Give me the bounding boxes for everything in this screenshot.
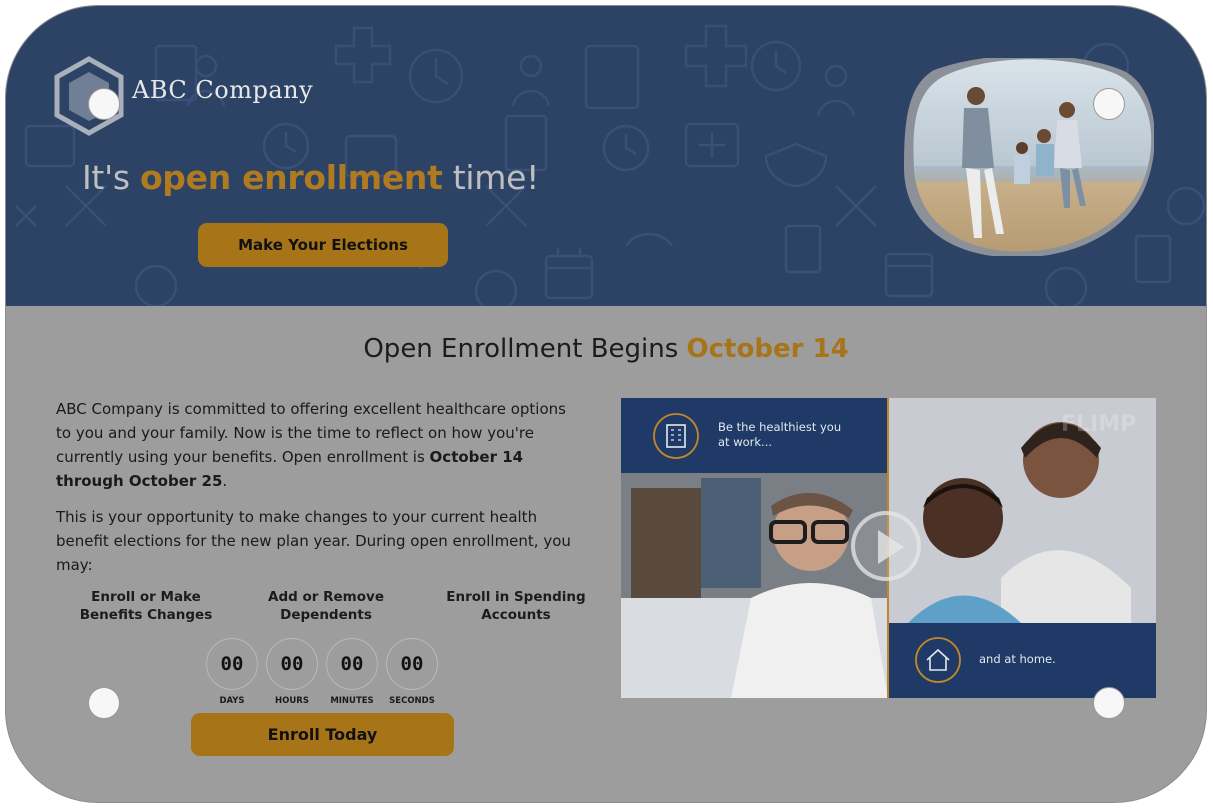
option-line: Benefits Changes [79,607,213,623]
intro-paragraph: ABC Company is committed to offering exc… [56,397,584,493]
play-triangle [878,530,904,564]
caption-line: at work... [718,435,773,449]
video-watermark: FLIMP [1061,412,1137,437]
countdown-value: 00 [386,638,438,690]
headline-accent: open enrollment [139,158,443,197]
make-your-elections-button[interactable]: Make Your Elections [198,223,448,267]
headline-lead: It's [82,158,140,197]
enroll-today-button[interactable]: Enroll Today [191,713,454,756]
company-name: ABC Company [132,76,314,104]
countdown-value: 00 [326,638,378,690]
option-benefits-changes: Enroll or Make Benefits Changes [56,588,236,624]
countdown-timer: 00 DAYS 00 HOURS 00 MINUTES 00 SECONDS [206,638,446,708]
corner-handle-top-right[interactable] [1093,88,1125,120]
option-line: Enroll in Spending [446,589,586,605]
headline-tail: time! [442,158,540,197]
enrollment-options: Enroll or Make Benefits Changes Add or R… [56,588,596,628]
title-accent-date: October 14 [686,334,849,364]
countdown-label: SECONDS [389,696,435,706]
countdown-hours: 00 HOURS [266,638,318,706]
family-photo [904,58,1154,256]
hero-headline: It's open enrollment time! [82,158,539,197]
section-title: Open Enrollment Begins October 14 [6,334,1206,364]
video-caption-work: Be the healthiest you at work... [718,420,841,450]
corner-handle-top-left[interactable] [88,88,120,120]
option-spending-accounts: Enroll in Spending Accounts [426,588,606,624]
hero-banner: ABC Company It's open enrollment time! M… [6,6,1206,306]
countdown-label: HOURS [275,696,309,706]
countdown-value: 00 [206,638,258,690]
countdown-minutes: 00 MINUTES [326,638,378,706]
play-icon[interactable] [851,511,921,581]
option-dependents: Add or Remove Dependents [236,588,416,624]
caption-line: Be the healthiest you [718,420,842,434]
title-lead: Open Enrollment Begins [363,334,687,364]
page-card: ABC Company It's open enrollment time! M… [6,6,1206,802]
option-line: Dependents [280,607,372,623]
option-line: Add or Remove [268,589,384,605]
countdown-seconds: 00 SECONDS [386,638,438,706]
corner-handle-bottom-left[interactable] [88,687,120,719]
countdown-label: DAYS [219,696,245,706]
intro-end: . [222,472,228,490]
countdown-value: 00 [266,638,318,690]
option-line: Enroll or Make [91,589,201,605]
corner-handle-bottom-right[interactable] [1093,687,1125,719]
opportunity-paragraph: This is your opportunity to make changes… [56,508,571,574]
option-line: Accounts [481,607,551,623]
video-caption-home: and at home. [979,652,1056,666]
video-player[interactable]: Be the healthiest you at work... and at … [621,398,1156,698]
countdown-days: 00 DAYS [206,638,258,706]
countdown-label: MINUTES [330,696,374,706]
